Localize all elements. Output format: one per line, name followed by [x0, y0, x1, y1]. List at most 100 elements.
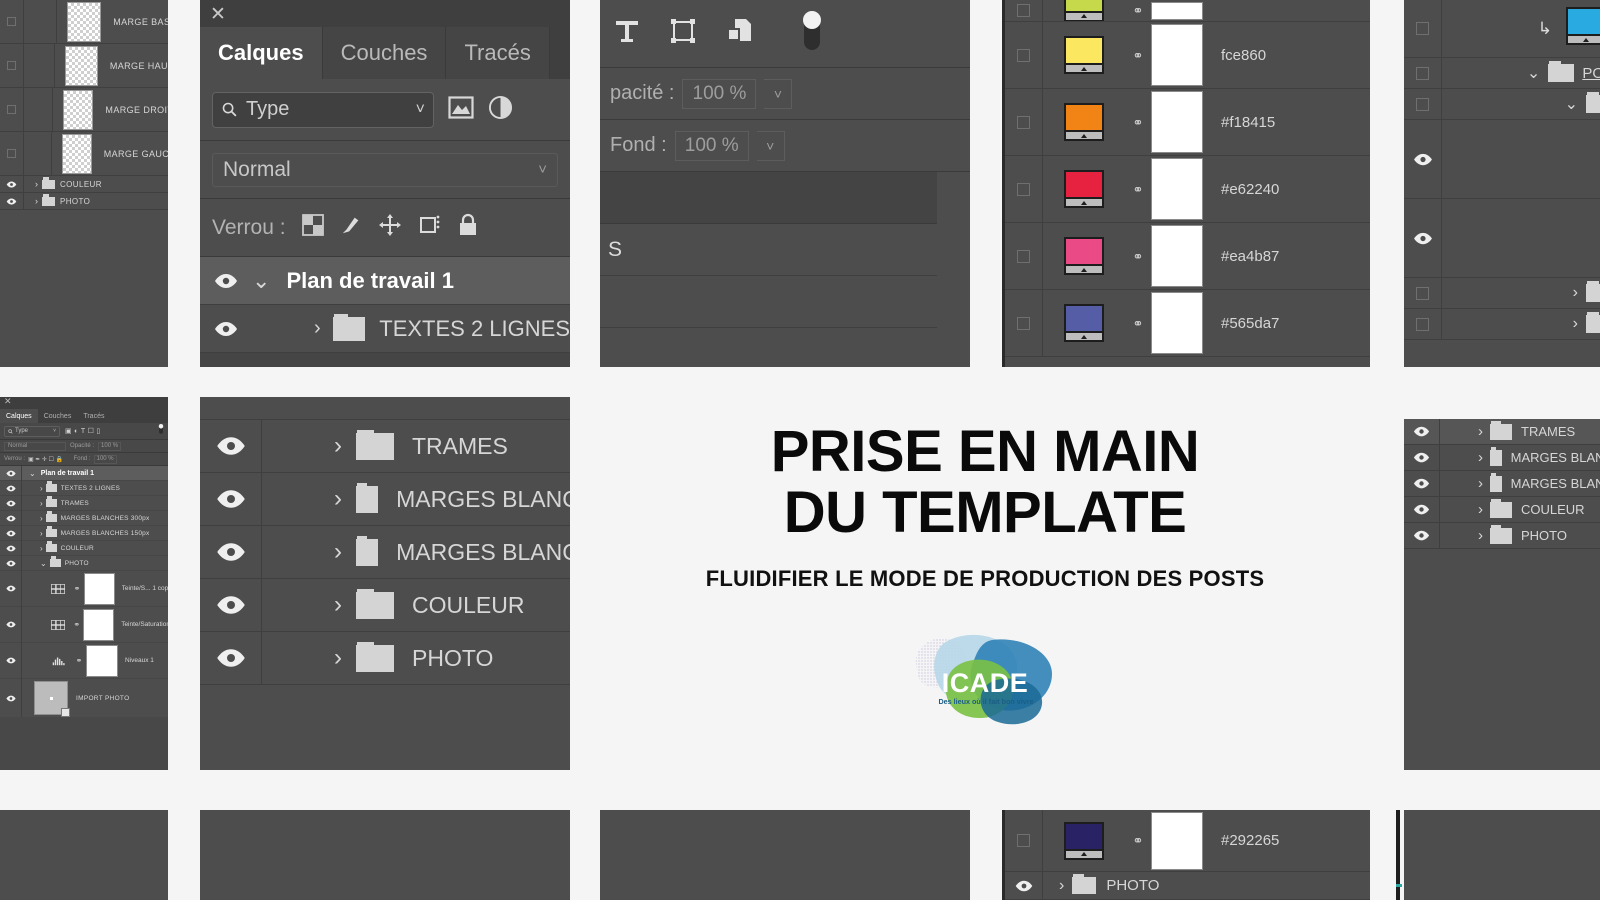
color-swatch[interactable]: [1064, 0, 1104, 21]
image-filter-icon[interactable]: [448, 95, 474, 124]
lock-image-icon[interactable]: [340, 214, 362, 242]
visibility-toggle[interactable]: [0, 510, 22, 526]
layer-thumbnail[interactable]: [66, 1, 102, 42]
visibility-checkbox[interactable]: [1404, 88, 1442, 120]
layer-row[interactable]: › PHOTO: [0, 192, 168, 210]
smartobject-filter-icon[interactable]: [726, 17, 752, 50]
chevron-right-icon[interactable]: ›: [334, 538, 342, 566]
visibility-checkbox[interactable]: [1404, 0, 1442, 58]
layer-row-group[interactable]: › TRAMES: [0, 495, 168, 511]
mask-thumbnail[interactable]: [1151, 292, 1203, 354]
layer-row-group[interactable]: › COULEUR: [200, 578, 570, 632]
chevron-right-icon[interactable]: ›: [334, 591, 342, 619]
mask-thumbnail[interactable]: [86, 644, 118, 677]
fill-stepper[interactable]: ˅: [756, 130, 785, 161]
panel-tabs[interactable]: Calques Couches Tracés: [0, 409, 168, 423]
lock-bar[interactable]: Verrou : ▣✒✛☐🔒 Fond : 100 %: [0, 453, 168, 466]
chevron-right-icon[interactable]: ›: [1478, 527, 1483, 544]
chevron-right-icon[interactable]: ›: [35, 196, 38, 206]
layer-row-group[interactable]: ⌄ PHOTO: [0, 555, 168, 571]
layer-row-adjustment[interactable]: ⚭ Teinte/Saturation: [0, 606, 168, 643]
chevron-right-icon[interactable]: ›: [334, 432, 342, 460]
layer-row-selected-partial[interactable]: [600, 172, 937, 224]
layer-row[interactable]: [1404, 119, 1600, 199]
layer-row[interactable]: ↳: [1404, 0, 1600, 58]
text-filter-icon[interactable]: [614, 18, 640, 49]
opacity-input[interactable]: 100 %: [98, 441, 122, 451]
visibility-toggle[interactable]: [200, 525, 262, 579]
lock-artboard-icon[interactable]: [418, 213, 442, 243]
visibility-checkbox[interactable]: [0, 131, 24, 176]
panel-bottom-right[interactable]: [1404, 810, 1600, 900]
visibility-toggle[interactable]: [200, 305, 252, 353]
layer-filter-bar[interactable]: Type ˅ ▣◐T☐▯: [0, 423, 168, 440]
layer-row-group[interactable]: › PHOTO: [1404, 522, 1600, 549]
layer-row-group[interactable]: ⌄ PO: [1404, 57, 1600, 89]
visibility-toggle[interactable]: [1404, 522, 1440, 549]
filter-type-select[interactable]: Type ˅: [212, 91, 434, 128]
adjustment-icon[interactable]: [45, 583, 70, 594]
blend-mode-bar[interactable]: Normal Opacité : 100 %: [0, 440, 168, 453]
chevron-down-icon[interactable]: ⌄: [29, 469, 36, 478]
color-layer-row[interactable]: ⚭ #292265: [1005, 810, 1370, 872]
layer-row-group[interactable]: › PHOTO: [1005, 871, 1370, 900]
color-swatch[interactable]: [1064, 237, 1104, 275]
lock-transparency-icon[interactable]: [301, 213, 324, 242]
color-swatch[interactable]: [1064, 821, 1104, 860]
fill-input[interactable]: 100 %: [674, 130, 749, 161]
visibility-checkbox[interactable]: [1005, 89, 1043, 155]
visibility-toggle[interactable]: [0, 570, 22, 607]
blend-mode-select[interactable]: Normal ˅: [212, 152, 558, 187]
visibility-toggle[interactable]: [1404, 418, 1440, 445]
color-layers-panel-bottom[interactable]: ⚭ #292265 › PHOTO: [1002, 810, 1370, 900]
visibility-toggle[interactable]: [200, 472, 262, 526]
visibility-toggle[interactable]: [1404, 119, 1442, 199]
color-layer-row[interactable]: ⚭ #ea4b87: [1005, 223, 1370, 290]
close-icon[interactable]: ✕: [4, 397, 12, 407]
layer-thumbnail[interactable]: [62, 89, 94, 130]
layer-row-group[interactable]: › MARGES BLANCHES 300px: [0, 510, 168, 526]
visibility-checkbox[interactable]: [1005, 0, 1043, 21]
chevron-right-icon[interactable]: ›: [334, 644, 342, 672]
filter-enable-toggle[interactable]: [158, 422, 164, 440]
visibility-toggle[interactable]: [200, 631, 262, 685]
layer-row-artboard[interactable]: ⌄ Plan de travail 1: [0, 465, 168, 481]
layers-panel-compact[interactable]: ✕ Calques Couches Tracés Type ˅ ▣◐T☐▯ No…: [0, 397, 168, 770]
layer-row[interactable]: › COULEUR: [0, 175, 168, 193]
color-layer-row[interactable]: ⚭ fce860: [1005, 22, 1370, 89]
color-layer-row[interactable]: ⚭ #565da7: [1005, 290, 1370, 357]
layer-row-group[interactable]: ›: [1404, 308, 1600, 340]
mask-thumbnail[interactable]: [1151, 1, 1203, 20]
adjustment-filter-icon[interactable]: [488, 95, 513, 125]
filter-icon-row[interactable]: [600, 0, 970, 68]
mask-thumbnail[interactable]: [1151, 225, 1203, 287]
layer-row-group[interactable]: › PHOTO: [200, 631, 570, 685]
adjustment-icon[interactable]: [46, 656, 72, 666]
color-swatch[interactable]: [1566, 7, 1600, 45]
visibility-toggle[interactable]: [1404, 496, 1440, 523]
color-swatch[interactable]: [1064, 36, 1104, 74]
visibility-checkbox[interactable]: [1404, 308, 1442, 340]
visibility-toggle[interactable]: [200, 257, 252, 305]
blend-mode-select[interactable]: Normal: [4, 441, 66, 451]
chevron-right-icon[interactable]: ›: [35, 179, 38, 189]
tab-traces[interactable]: Tracés: [77, 409, 110, 423]
chevron-right-icon[interactable]: ›: [40, 529, 43, 538]
visibility-checkbox[interactable]: [1005, 22, 1043, 88]
visibility-toggle[interactable]: [0, 480, 22, 496]
chevron-right-icon[interactable]: ›: [1059, 877, 1064, 895]
chevron-down-icon[interactable]: ⌄: [1565, 94, 1578, 114]
layer-row-group[interactable]: › MARGES BLANCHES 150px: [200, 525, 570, 579]
fill-input[interactable]: 100 %: [93, 454, 117, 464]
tab-calques[interactable]: Calques: [0, 409, 38, 423]
layer-row-blank[interactable]: [600, 276, 937, 328]
chevron-right-icon[interactable]: ›: [40, 499, 43, 508]
visibility-checkbox[interactable]: [1005, 810, 1043, 871]
close-icon[interactable]: ✕: [210, 3, 226, 26]
chevron-down-icon[interactable]: ⌄: [40, 559, 47, 568]
link-mask-icon[interactable]: ⚭: [70, 620, 83, 629]
panel-bottom-mid[interactable]: [600, 810, 970, 900]
layer-row[interactable]: MARGE BAS: [0, 0, 168, 44]
blend-mode-bar[interactable]: Normal ˅: [200, 141, 570, 199]
link-mask-icon[interactable]: ⚭: [1125, 116, 1151, 129]
